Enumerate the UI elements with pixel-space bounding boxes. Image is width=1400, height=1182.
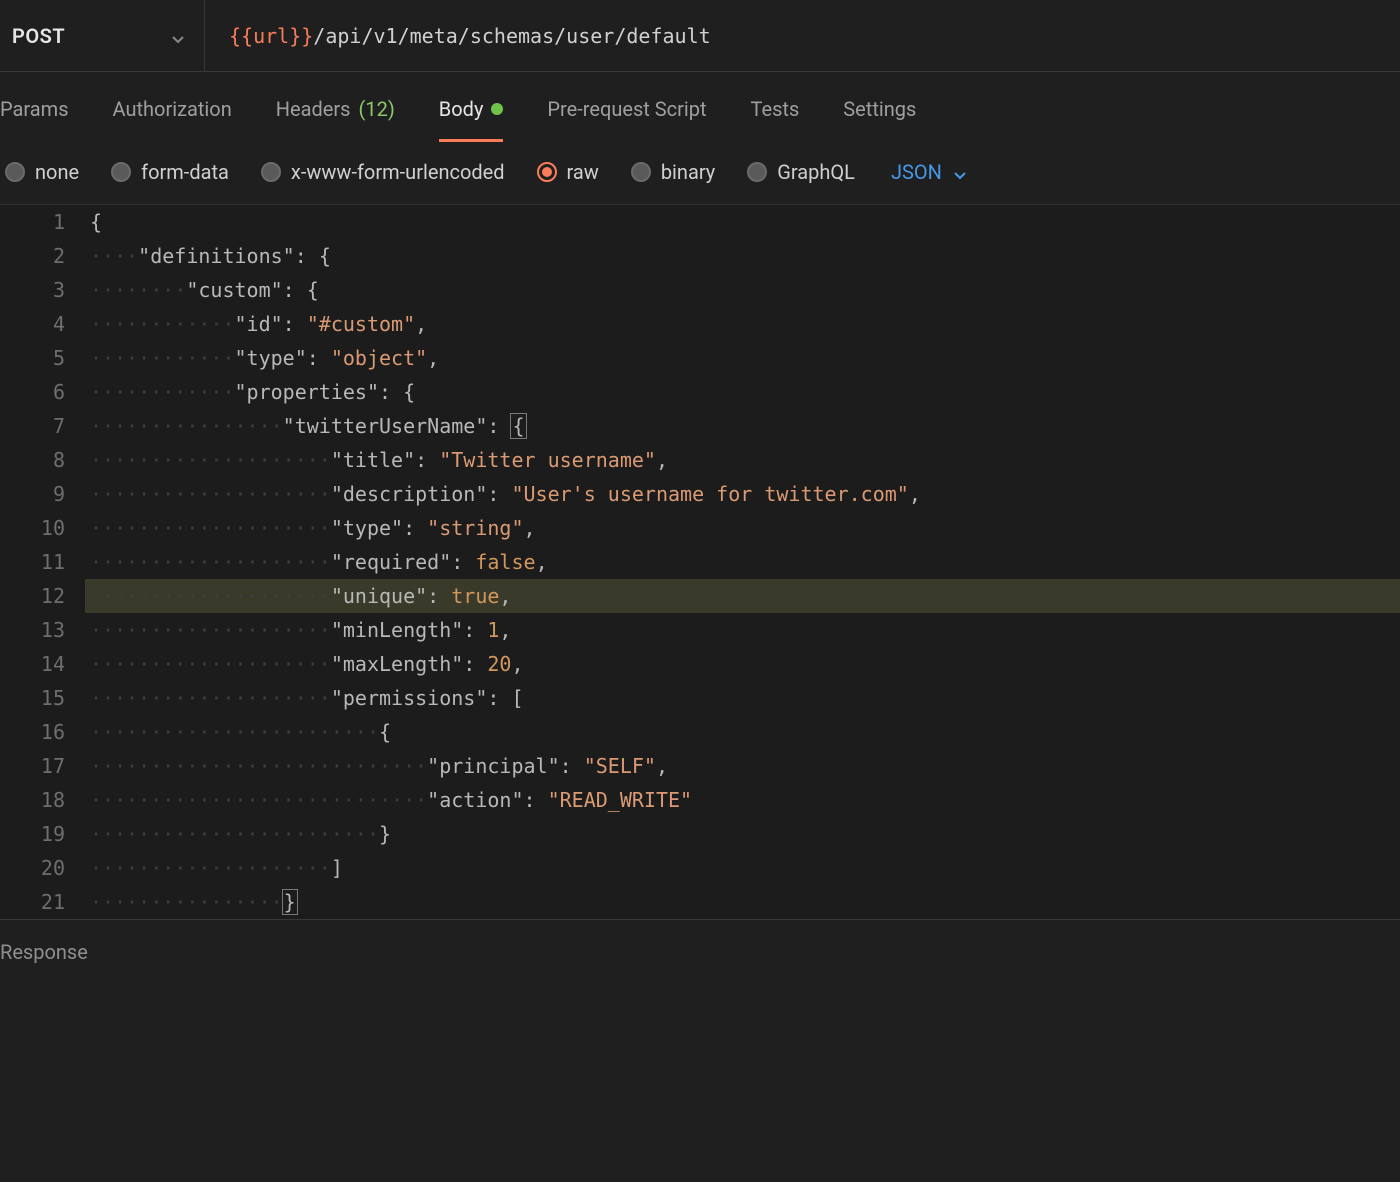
code-line[interactable]: ············"type": "object", bbox=[85, 341, 1400, 375]
tab-count: (12) bbox=[359, 97, 395, 121]
tab-label: Params bbox=[0, 97, 69, 121]
request-tabs: Params Authorization Headers (12) Body Pre-r… bbox=[0, 72, 1400, 140]
code-line[interactable]: ····················"maxLength": 20, bbox=[85, 647, 1400, 681]
code-line[interactable]: ············"id": "#custom", bbox=[85, 307, 1400, 341]
code-line[interactable]: ····················"permissions": [ bbox=[85, 681, 1400, 715]
body-type-label: none bbox=[35, 160, 79, 184]
tab-label: Pre-request Script bbox=[547, 97, 706, 121]
tab-label: Body bbox=[439, 97, 484, 121]
code-line[interactable]: { bbox=[85, 205, 1400, 239]
body-type-raw[interactable]: raw bbox=[537, 160, 599, 184]
radio-icon bbox=[5, 162, 25, 182]
url-input[interactable]: {{url}}/api/v1/meta/schemas/user/default bbox=[205, 0, 1400, 71]
code-line[interactable]: ························} bbox=[85, 817, 1400, 851]
body-type-label: raw bbox=[567, 160, 599, 184]
code-line[interactable]: ····················"description": "User… bbox=[85, 477, 1400, 511]
line-number: 9 bbox=[0, 477, 65, 511]
tab-label: Settings bbox=[843, 97, 916, 121]
line-number: 19 bbox=[0, 817, 65, 851]
line-number: 6 bbox=[0, 375, 65, 409]
raw-language-label: JSON bbox=[891, 160, 942, 184]
body-type-urlenc[interactable]: x-www-form-urlencoded bbox=[261, 160, 505, 184]
radio-icon bbox=[261, 162, 281, 182]
tab-headers[interactable]: Headers (12) bbox=[276, 97, 395, 142]
radio-icon bbox=[631, 162, 651, 182]
request-top-bar: POST {{url}}/api/v1/meta/schemas/user/de… bbox=[0, 0, 1400, 72]
body-type-label: x-www-form-urlencoded bbox=[291, 160, 505, 184]
line-number: 5 bbox=[0, 341, 65, 375]
line-number: 8 bbox=[0, 443, 65, 477]
tab-prereq[interactable]: Pre-request Script bbox=[547, 97, 706, 142]
line-number: 17 bbox=[0, 749, 65, 783]
chevron-down-icon bbox=[170, 28, 186, 44]
code-line[interactable]: ····························"principal":… bbox=[85, 749, 1400, 783]
code-line[interactable]: ····"definitions": { bbox=[85, 239, 1400, 273]
body-type-label: GraphQL bbox=[777, 160, 855, 184]
line-number: 3 bbox=[0, 273, 65, 307]
body-type-label: binary bbox=[661, 160, 715, 184]
url-path: /api/v1/meta/schemas/user/default bbox=[313, 24, 710, 48]
code-line[interactable]: ····················"required": false, bbox=[85, 545, 1400, 579]
tab-label: Authorization bbox=[113, 97, 232, 121]
code-line[interactable]: ····················"title": "Twitter us… bbox=[85, 443, 1400, 477]
tab-tests[interactable]: Tests bbox=[751, 97, 800, 142]
line-number: 4 bbox=[0, 307, 65, 341]
line-number: 21 bbox=[0, 885, 65, 919]
code-line[interactable]: ····················] bbox=[85, 851, 1400, 885]
radio-icon bbox=[747, 162, 767, 182]
line-number: 2 bbox=[0, 239, 65, 273]
raw-language-select[interactable]: JSON bbox=[891, 160, 968, 184]
http-method-select[interactable]: POST bbox=[0, 0, 205, 71]
code-line[interactable]: ········"custom": { bbox=[85, 273, 1400, 307]
line-number: 13 bbox=[0, 613, 65, 647]
line-number: 16 bbox=[0, 715, 65, 749]
body-type-none[interactable]: none bbox=[5, 160, 79, 184]
line-number: 12 bbox=[0, 579, 65, 613]
body-type-row: none form-data x-www-form-urlencoded raw bin… bbox=[0, 140, 1400, 205]
radio-icon bbox=[537, 162, 557, 182]
tab-auth[interactable]: Authorization bbox=[113, 97, 232, 142]
code-line[interactable]: ················} bbox=[85, 885, 1400, 919]
url-variable: {{url}} bbox=[229, 24, 313, 48]
response-section[interactable]: Response bbox=[0, 919, 1400, 984]
line-number: 10 bbox=[0, 511, 65, 545]
code-line[interactable]: ············"properties": { bbox=[85, 375, 1400, 409]
code-line[interactable]: ····················"minLength": 1, bbox=[85, 613, 1400, 647]
line-number: 7 bbox=[0, 409, 65, 443]
body-type-form-data[interactable]: form-data bbox=[111, 160, 229, 184]
line-number: 1 bbox=[0, 205, 65, 239]
line-number: 18 bbox=[0, 783, 65, 817]
tab-label: Headers bbox=[276, 97, 351, 121]
response-label: Response bbox=[0, 940, 88, 964]
http-method-label: POST bbox=[12, 24, 65, 48]
tab-body[interactable]: Body bbox=[439, 97, 504, 142]
modified-dot-icon bbox=[491, 103, 503, 115]
line-number: 15 bbox=[0, 681, 65, 715]
code-line[interactable]: ················"twitterUserName": { bbox=[85, 409, 1400, 443]
chevron-down-icon bbox=[952, 164, 968, 180]
body-editor[interactable]: 123456789101112131415161718192021 {····"… bbox=[0, 205, 1400, 919]
tab-label: Tests bbox=[751, 97, 800, 121]
code-line[interactable]: ····························"action": "R… bbox=[85, 783, 1400, 817]
line-number: 11 bbox=[0, 545, 65, 579]
line-number: 14 bbox=[0, 647, 65, 681]
editor-code[interactable]: {····"definitions": {········"custom": {… bbox=[85, 205, 1400, 919]
code-line[interactable]: ····················"unique": true, bbox=[85, 579, 1400, 613]
code-line[interactable]: ························{ bbox=[85, 715, 1400, 749]
editor-gutter: 123456789101112131415161718192021 bbox=[0, 205, 85, 919]
tab-settings[interactable]: Settings bbox=[843, 97, 916, 142]
body-type-graphql[interactable]: GraphQL bbox=[747, 160, 855, 184]
radio-icon bbox=[111, 162, 131, 182]
code-line[interactable]: ····················"type": "string", bbox=[85, 511, 1400, 545]
body-type-label: form-data bbox=[141, 160, 229, 184]
tab-params[interactable]: Params bbox=[0, 97, 69, 142]
line-number: 20 bbox=[0, 851, 65, 885]
body-type-binary[interactable]: binary bbox=[631, 160, 715, 184]
